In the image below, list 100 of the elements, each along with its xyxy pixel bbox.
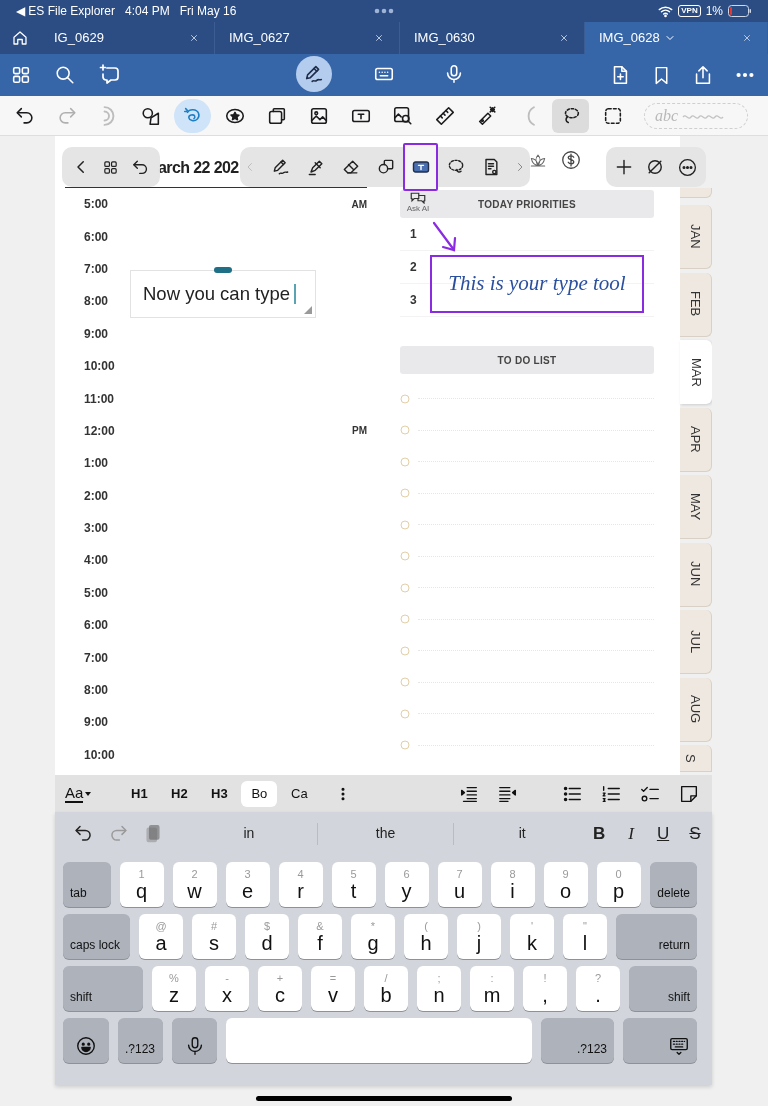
month-tab[interactable]: AUG xyxy=(680,677,712,742)
paragraph-style-button[interactable]: H2 xyxy=(161,780,198,807)
key[interactable]: ( h xyxy=(404,914,448,959)
key[interactable]: .?123 xyxy=(118,1018,163,1063)
key[interactable] xyxy=(623,1018,697,1063)
close-icon[interactable] xyxy=(188,32,200,44)
key[interactable]: = v xyxy=(311,966,355,1011)
suggestion[interactable]: the xyxy=(317,823,454,844)
home-indicator[interactable] xyxy=(256,1095,512,1101)
key[interactable]: caps lock xyxy=(63,914,130,959)
font-style-button[interactable]: Aa xyxy=(65,784,92,803)
month-tab[interactable]: JAN xyxy=(680,205,712,269)
key[interactable]: return xyxy=(616,914,697,959)
multitasking-dots-icon[interactable] xyxy=(374,8,394,14)
more-options-icon[interactable] xyxy=(677,156,699,178)
todo-checkbox-icon[interactable] xyxy=(400,740,410,751)
battery-icon xyxy=(728,5,752,17)
undo-icon[interactable] xyxy=(73,823,94,844)
page-grid-icon[interactable] xyxy=(102,158,119,176)
text-format-key[interactable]: U xyxy=(654,820,672,847)
todo-checkbox-icon[interactable] xyxy=(400,677,410,688)
todo-checkbox-icon[interactable] xyxy=(400,393,410,404)
key[interactable] xyxy=(63,1018,109,1063)
key[interactable]: 9 o xyxy=(543,862,588,907)
apps-grid-icon[interactable] xyxy=(10,64,32,86)
document-tab[interactable]: IMG_0628 xyxy=(585,22,768,54)
key[interactable]: 5 t xyxy=(331,862,376,907)
close-icon[interactable] xyxy=(558,32,570,44)
key[interactable]: 1 q xyxy=(119,862,164,907)
todo-checkbox-icon[interactable] xyxy=(400,551,410,562)
text-format-key[interactable]: B xyxy=(590,820,608,847)
key[interactable] xyxy=(172,1018,217,1063)
key[interactable]: tab xyxy=(63,862,111,907)
dollar-icon[interactable] xyxy=(560,149,582,171)
todo-checkbox-icon[interactable] xyxy=(400,708,410,719)
key[interactable]: ? . xyxy=(576,966,620,1011)
month-tab[interactable]: APR xyxy=(680,407,712,472)
key[interactable]: 4 r xyxy=(278,862,323,907)
month-tab[interactable]: JUL xyxy=(680,610,712,674)
resize-corner-icon[interactable] xyxy=(304,306,312,314)
key[interactable]: shift xyxy=(629,966,697,1011)
key[interactable]: + c xyxy=(258,966,302,1011)
month-tab[interactable]: MAR xyxy=(680,340,712,404)
todo-checkbox-icon[interactable] xyxy=(400,425,410,436)
home-icon[interactable] xyxy=(11,29,29,47)
undo-icon[interactable] xyxy=(131,157,150,177)
todo-checkbox-icon[interactable] xyxy=(400,488,410,499)
key[interactable]: @ a xyxy=(139,914,183,959)
paragraph-style-button[interactable]: Ca xyxy=(281,780,318,807)
key[interactable]: .?123 xyxy=(541,1018,614,1063)
paragraph-style-button[interactable]: Bo xyxy=(241,780,278,807)
image-search-icon xyxy=(391,104,414,127)
key[interactable]: $ d xyxy=(245,914,289,959)
key[interactable]: 3 e xyxy=(225,862,270,907)
key[interactable]: shift xyxy=(63,966,143,1011)
key[interactable]: 6 y xyxy=(384,862,429,907)
month-tab[interactable]: JUN xyxy=(680,542,712,607)
text-box[interactable]: Now you can type xyxy=(130,270,316,318)
search-icon[interactable] xyxy=(54,64,76,86)
paragraph-style-button[interactable]: H3 xyxy=(201,780,238,807)
text-box-handle[interactable] xyxy=(214,267,232,273)
text-format-key[interactable]: S xyxy=(686,820,704,847)
key[interactable]: : m xyxy=(470,966,514,1011)
month-tab[interactable]: S xyxy=(680,745,712,772)
suggestion[interactable]: in xyxy=(181,823,317,844)
month-tab[interactable]: MAY xyxy=(680,475,712,539)
key[interactable]: - x xyxy=(205,966,249,1011)
key[interactable]: / b xyxy=(364,966,408,1011)
todo-checkbox-icon[interactable] xyxy=(400,645,410,656)
key[interactable]: ) j xyxy=(457,914,501,959)
suggestion[interactable]: it xyxy=(454,823,590,844)
key[interactable]: & f xyxy=(298,914,342,959)
key[interactable]: 2 w xyxy=(172,862,217,907)
back-to-app-link[interactable]: ◀ ES File Explorer xyxy=(16,2,116,20)
todo-checkbox-icon[interactable] xyxy=(400,519,410,530)
key[interactable]: * g xyxy=(351,914,395,959)
key[interactable]: " l xyxy=(563,914,607,959)
tool-button[interactable] xyxy=(552,98,589,133)
todo-checkbox-icon[interactable] xyxy=(400,582,410,593)
key[interactable]: # s xyxy=(192,914,236,959)
paragraph-style-button[interactable]: H1 xyxy=(121,780,158,807)
pen-tool-button[interactable] xyxy=(403,143,439,191)
key[interactable]: % z xyxy=(152,966,196,1011)
key[interactable]: ' k xyxy=(510,914,554,959)
key[interactable]: ; n xyxy=(417,966,461,1011)
close-icon[interactable] xyxy=(373,32,385,44)
key[interactable]: 7 u xyxy=(437,862,482,907)
key[interactable]: 0 p xyxy=(596,862,641,907)
ask-ai-button[interactable]: Ask AI xyxy=(406,190,430,213)
key[interactable]: 8 i xyxy=(490,862,535,907)
todo-checkbox-icon[interactable] xyxy=(400,614,410,625)
key[interactable]: delete xyxy=(649,862,697,907)
sparkle-chat-icon[interactable] xyxy=(98,63,122,87)
todo-checkbox-icon[interactable] xyxy=(400,456,410,467)
close-icon[interactable] xyxy=(741,32,753,44)
month-tab[interactable]: FEB xyxy=(680,272,712,337)
handwriting-mode-button[interactable] xyxy=(296,56,332,92)
clipboard-icon[interactable] xyxy=(143,823,163,844)
text-format-key[interactable]: I xyxy=(622,820,640,847)
key[interactable]: ! , xyxy=(523,966,567,1011)
